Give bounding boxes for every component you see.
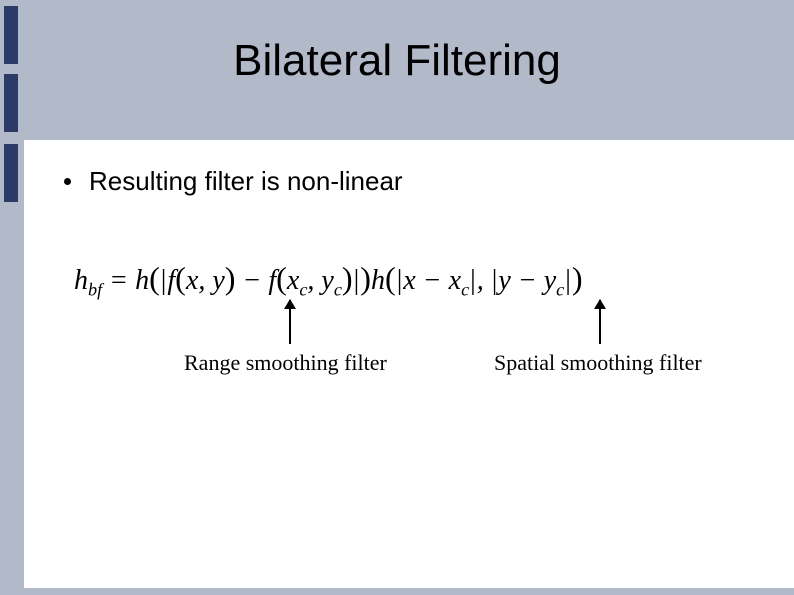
formula-eq: =	[102, 265, 135, 296]
rail-block-icon	[4, 74, 18, 132]
formula-x: x	[186, 265, 198, 296]
comma-icon: ,	[477, 265, 491, 296]
arrow-up-icon	[289, 300, 291, 344]
bullet-dot-icon	[64, 178, 71, 185]
formula-f2: f	[268, 265, 276, 296]
abs-close-icon: |	[564, 265, 572, 296]
comma-icon: ,	[198, 265, 212, 296]
paren-close-icon: )	[572, 260, 583, 296]
paren-open-icon: (	[149, 260, 160, 296]
formula-xc2: x	[449, 265, 461, 296]
paren-open-icon: (	[175, 260, 186, 296]
caption-range: Range smoothing filter	[184, 350, 387, 376]
abs-close-icon: |	[469, 265, 477, 296]
paren-close-icon: )	[360, 260, 371, 296]
formula: hbf = h(|f(x, y) − f(xc, yc)|)h(|x − xc|…	[74, 260, 583, 301]
minus-icon: −	[416, 265, 449, 296]
title-band: Bilateral Filtering	[0, 0, 794, 140]
caption-spatial: Spatial smoothing filter	[494, 350, 702, 376]
rail-block-icon	[4, 144, 18, 202]
formula-xc: x	[287, 265, 299, 296]
formula-f1: f	[167, 265, 175, 296]
formula-y: y	[212, 265, 224, 296]
paren-close-icon: )	[342, 260, 353, 296]
arrow-up-icon	[599, 300, 601, 344]
formula-h2: h	[371, 265, 385, 296]
bullet-item: Resulting filter is non-linear	[64, 166, 403, 197]
bullet-text: Resulting filter is non-linear	[89, 166, 403, 197]
formula-yc-sub: c	[334, 280, 342, 300]
formula-lhs-sub: bf	[88, 280, 102, 300]
paren-open-icon: (	[276, 260, 287, 296]
formula-lhs-h: h	[74, 265, 88, 296]
minus-icon: −	[511, 265, 544, 296]
rail-block-icon	[4, 6, 18, 64]
left-rail-decoration	[0, 0, 24, 595]
formula-y2: y	[498, 265, 510, 296]
formula-xc2-sub: c	[461, 280, 469, 300]
minus-icon: −	[235, 265, 268, 296]
formula-x2: x	[403, 265, 415, 296]
paren-close-icon: )	[225, 260, 236, 296]
formula-yc2: y	[544, 265, 556, 296]
formula-yc: y	[321, 265, 333, 296]
formula-h1: h	[135, 265, 149, 296]
paren-open-icon: (	[385, 260, 396, 296]
comma-icon: ,	[307, 265, 321, 296]
content-area: Resulting filter is non-linear hbf = h(|…	[24, 140, 794, 588]
slide-title: Bilateral Filtering	[0, 36, 794, 86]
